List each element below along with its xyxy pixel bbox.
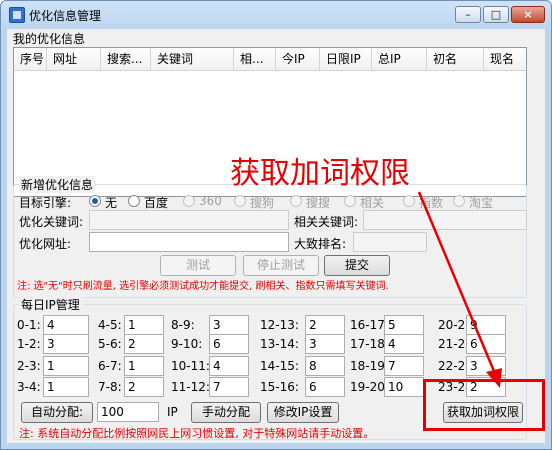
- annotation-arrow-line: [417, 191, 498, 377]
- annotation-highlight-box: [423, 379, 545, 431]
